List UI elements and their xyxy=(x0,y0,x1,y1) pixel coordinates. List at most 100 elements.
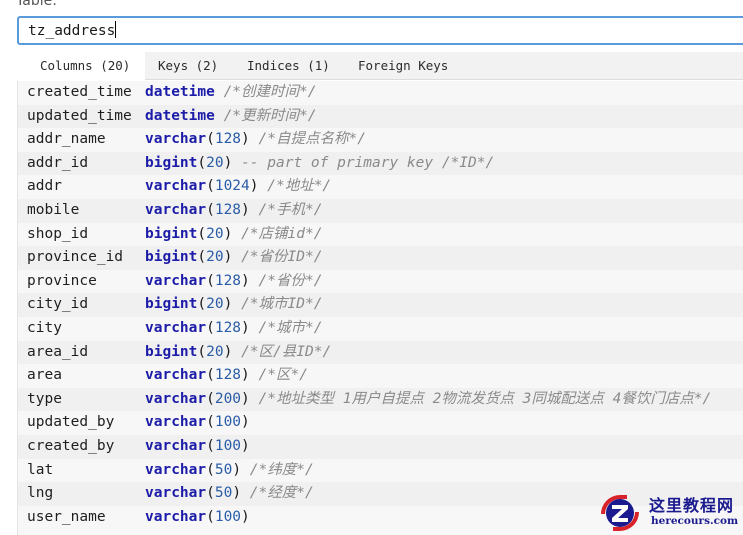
watermark: 这里教程网 herecours.com xyxy=(597,491,743,535)
type-length: 128 xyxy=(214,201,242,218)
type-keyword: varchar xyxy=(145,461,207,478)
table-row[interactable]: created_by varchar(100) xyxy=(18,434,743,459)
type-length: 100 xyxy=(214,508,242,525)
column-comment: /*城市*/ xyxy=(258,319,323,336)
type-keyword: varchar xyxy=(145,390,207,407)
column-name: area xyxy=(27,367,62,384)
column-type: datetime /*更新时间*/ xyxy=(145,105,317,129)
column-name: shop_id xyxy=(27,225,89,242)
table-row[interactable]: updated_by varchar(100) xyxy=(18,411,743,435)
table-row[interactable]: province_id bigint(20) /*省份ID*/ xyxy=(18,246,743,270)
column-type: varchar(128) /*城市*/ xyxy=(145,317,322,341)
paren-close: ) xyxy=(241,437,250,454)
table-row[interactable]: city varchar(128) /*城市*/ xyxy=(18,317,743,341)
table-row[interactable]: lat varchar(50) /*纬度*/ xyxy=(18,459,743,483)
type-length: 50 xyxy=(214,485,233,502)
column-name: created_by xyxy=(27,437,115,454)
paren-open: ( xyxy=(206,131,215,148)
column-type: bigint(20) /*城市ID*/ xyxy=(145,293,322,317)
type-length: 20 xyxy=(206,343,224,360)
column-comment: /*更新时间*/ xyxy=(223,107,317,124)
column-type: bigint(20) /*省份ID*/ xyxy=(145,246,322,270)
type-keyword: varchar xyxy=(145,319,207,336)
table-row[interactable]: province varchar(128) /*省份*/ xyxy=(18,270,743,294)
paren-close: ) xyxy=(232,461,242,478)
column-name: addr xyxy=(27,178,62,195)
type-length: 20 xyxy=(206,225,224,242)
column-name: addr_name xyxy=(27,131,106,148)
table-row[interactable]: updated_time datetime /*更新时间*/ xyxy=(18,104,743,129)
type-keyword: datetime xyxy=(145,107,215,124)
tab-columns[interactable]: Columns (20) xyxy=(17,52,145,80)
column-type: varchar(200) /*地址类型 1用户自提点 2物流发货点 3同城配送点… xyxy=(145,388,711,412)
table-row[interactable]: area_id bigint(20) /*区/县ID*/ xyxy=(18,340,743,365)
column-comment: /*手机*/ xyxy=(258,201,323,218)
table-row[interactable]: area varchar(128) /*区*/ xyxy=(18,364,743,388)
type-keyword: varchar xyxy=(145,508,207,525)
tab-foreign-keys[interactable]: Foreign Keys xyxy=(358,52,448,80)
paren-close: ) xyxy=(241,367,250,384)
paren-open: ( xyxy=(197,296,207,313)
paren-open: ( xyxy=(206,178,215,195)
tab-keys[interactable]: Keys (2) xyxy=(158,52,218,80)
column-type: varchar(100) xyxy=(145,411,250,435)
paren-open: ( xyxy=(206,319,215,336)
paren-close: ) xyxy=(249,178,259,195)
column-comment: /*区*/ xyxy=(258,367,308,384)
column-type: varchar(128) /*区*/ xyxy=(145,364,308,388)
column-type: varchar(128) /*自提点名称*/ xyxy=(145,128,366,152)
type-length: 100 xyxy=(214,414,242,431)
column-name: city_id xyxy=(27,296,89,313)
table-row[interactable]: mobile varchar(128) /*手机*/ xyxy=(18,198,743,223)
tab-indices[interactable]: Indices (1) xyxy=(247,52,330,80)
column-name: lng xyxy=(27,485,54,502)
type-keyword: varchar xyxy=(145,131,207,148)
column-comment: /*经度*/ xyxy=(249,485,314,502)
column-comment: /*省份ID*/ xyxy=(241,249,323,266)
column-type: varchar(100) xyxy=(145,435,250,459)
type-keyword: bigint xyxy=(145,296,198,313)
column-type: varchar(50) /*经度*/ xyxy=(145,482,314,506)
table-row[interactable]: shop_id bigint(20) /*店铺id*/ xyxy=(18,223,743,247)
column-name: area_id xyxy=(27,343,89,360)
watermark-title: 这里教程网 xyxy=(649,496,735,515)
type-length: 50 xyxy=(214,461,233,478)
column-comment: /*店铺id*/ xyxy=(241,225,323,242)
column-name: type xyxy=(27,390,62,407)
table-row[interactable]: type varchar(200) /*地址类型 1用户自提点 2物流发货点 3同… xyxy=(18,387,743,412)
columns-table: created_time datetime /*创建时间*/updated_tim… xyxy=(17,81,743,535)
table-name-input[interactable]: tz_address xyxy=(17,16,743,45)
column-comment: -- part of primary key /*ID*/ xyxy=(241,154,495,171)
column-name: province_id xyxy=(27,249,124,266)
table-row[interactable]: created_time datetime /*创建时间*/ xyxy=(18,81,743,105)
type-length: 200 xyxy=(214,390,242,407)
table-row[interactable]: city_id bigint(20) /*城市ID*/ xyxy=(18,293,743,317)
paren-open: ( xyxy=(206,461,215,478)
type-keyword: varchar xyxy=(145,414,207,431)
paren-open: ( xyxy=(197,154,207,171)
column-type: varchar(128) /*手机*/ xyxy=(145,199,322,223)
paren-open: ( xyxy=(206,414,215,431)
column-type: varchar(1024) /*地址*/ xyxy=(145,175,331,199)
column-name: created_time xyxy=(27,84,132,100)
column-type: bigint(20) /*区/县ID*/ xyxy=(145,341,331,365)
type-length: 128 xyxy=(214,367,242,384)
type-keyword: datetime xyxy=(145,84,215,100)
column-name: city xyxy=(27,319,62,336)
type-length: 128 xyxy=(214,319,242,336)
table-row[interactable]: addr_name varchar(128) /*自提点名称*/ xyxy=(18,128,743,152)
column-name: updated_time xyxy=(27,107,132,124)
paren-close: ) xyxy=(241,414,250,431)
table-row[interactable]: addr varchar(1024) /*地址*/ xyxy=(18,175,743,199)
column-comment: /*纬度*/ xyxy=(249,461,314,478)
column-comment: /*自提点名称*/ xyxy=(258,131,366,148)
column-name: mobile xyxy=(27,201,80,218)
column-type: varchar(100) xyxy=(145,506,250,530)
paren-open: ( xyxy=(206,367,215,384)
table-row[interactable]: addr_id bigint(20) -- part of primary key… xyxy=(18,151,743,176)
type-length: 20 xyxy=(206,296,224,313)
paren-close: ) xyxy=(241,319,250,336)
column-type: bigint(20) /*店铺id*/ xyxy=(145,223,322,247)
paren-open: ( xyxy=(206,201,215,218)
paren-open: ( xyxy=(197,343,207,360)
